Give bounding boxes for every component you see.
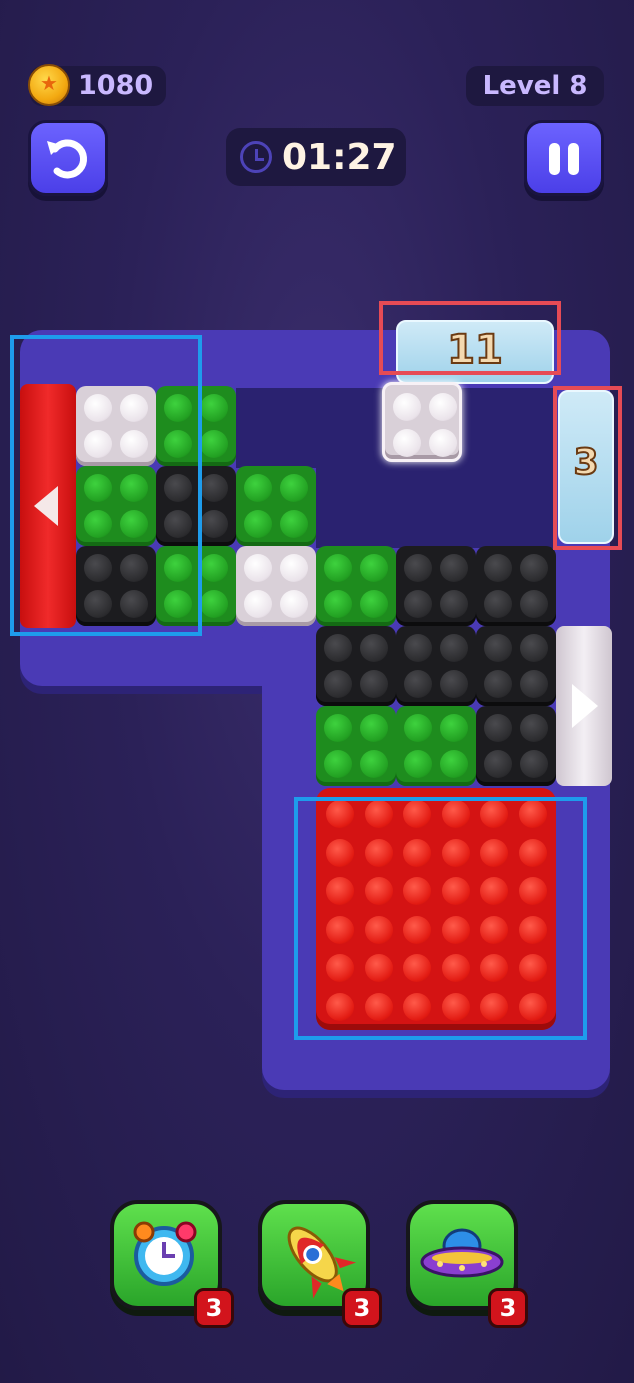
brick-stud — [404, 634, 432, 662]
white-gate-right[interactable] — [556, 626, 612, 786]
brick-stud — [200, 510, 228, 538]
black-brick[interactable] — [316, 626, 396, 706]
brick-stud — [360, 670, 388, 698]
brick-stud — [520, 670, 548, 698]
brick-stud — [200, 394, 228, 422]
highlight-left-group — [10, 335, 202, 636]
green-brick[interactable] — [316, 546, 396, 626]
pause-icon — [549, 143, 579, 175]
brick-stud — [520, 590, 548, 618]
brick-stud — [324, 750, 352, 778]
brick-stud — [429, 393, 457, 421]
brick-stud — [484, 590, 512, 618]
brick-stud — [440, 634, 468, 662]
brick-stud — [484, 714, 512, 742]
green-brick[interactable] — [316, 706, 396, 786]
arrow-right-icon — [572, 684, 598, 728]
highlight-red-brick — [294, 797, 587, 1040]
brick-stud — [404, 590, 432, 618]
brick-stud — [324, 634, 352, 662]
brick-stud — [200, 430, 228, 458]
brick-stud — [324, 590, 352, 618]
brick-stud — [280, 474, 308, 502]
black-brick[interactable] — [476, 546, 556, 626]
brick-stud — [429, 429, 457, 457]
brick-stud — [360, 714, 388, 742]
brick-stud — [440, 590, 468, 618]
brick-stud — [244, 590, 272, 618]
brick-stud — [404, 554, 432, 582]
brick-stud — [484, 634, 512, 662]
empty-cell — [316, 468, 556, 548]
brick-stud — [280, 554, 308, 582]
brick-stud — [324, 670, 352, 698]
brick-stud — [360, 634, 388, 662]
brick-stud — [520, 554, 548, 582]
brick-stud — [244, 510, 272, 538]
booster-count-badge: 3 — [342, 1288, 382, 1328]
brick-stud — [280, 590, 308, 618]
brick-stud — [440, 750, 468, 778]
black-brick[interactable] — [476, 706, 556, 786]
green-brick[interactable] — [396, 706, 476, 786]
brick-stud — [360, 590, 388, 618]
clock-icon — [240, 141, 272, 173]
brick-stud — [404, 750, 432, 778]
undo-icon — [47, 139, 88, 179]
brick-stud — [393, 429, 421, 457]
brick-stud — [360, 554, 388, 582]
star-icon: ★ — [40, 71, 58, 95]
white-brick[interactable] — [382, 382, 462, 462]
brick-stud — [404, 670, 432, 698]
brick-stud — [520, 714, 548, 742]
brick-stud — [200, 590, 228, 618]
brick-stud — [520, 634, 548, 662]
brick-stud — [244, 474, 272, 502]
black-brick[interactable] — [396, 626, 476, 706]
timer-text: 01:27 — [282, 137, 397, 178]
undo-button[interactable] — [28, 120, 108, 196]
black-brick[interactable] — [396, 546, 476, 626]
brick-stud — [440, 554, 468, 582]
brick-stud — [484, 554, 512, 582]
brick-stud — [280, 510, 308, 538]
brick-stud — [484, 750, 512, 778]
coin-count: 1080 — [78, 70, 154, 101]
brick-stud — [200, 554, 228, 582]
booster-count-badge: 3 — [488, 1288, 528, 1328]
brick-stud — [440, 714, 468, 742]
brick-stud — [200, 474, 228, 502]
pause-button[interactable] — [524, 120, 604, 196]
brick-stud — [324, 554, 352, 582]
brick-stud — [360, 750, 388, 778]
brick-stud — [520, 750, 548, 778]
brick-stud — [324, 714, 352, 742]
booster-count-badge: 3 — [194, 1288, 234, 1328]
white-brick[interactable] — [236, 546, 316, 626]
highlight-ice-gate-top — [379, 301, 561, 375]
highlight-ice-gate-right — [553, 386, 622, 550]
brick-stud — [484, 670, 512, 698]
brick-stud — [393, 393, 421, 421]
brick-stud — [440, 670, 468, 698]
green-brick[interactable] — [236, 466, 316, 546]
black-brick[interactable] — [476, 626, 556, 706]
brick-stud — [244, 554, 272, 582]
level-label: Level 8 — [482, 71, 588, 101]
brick-stud — [404, 714, 432, 742]
